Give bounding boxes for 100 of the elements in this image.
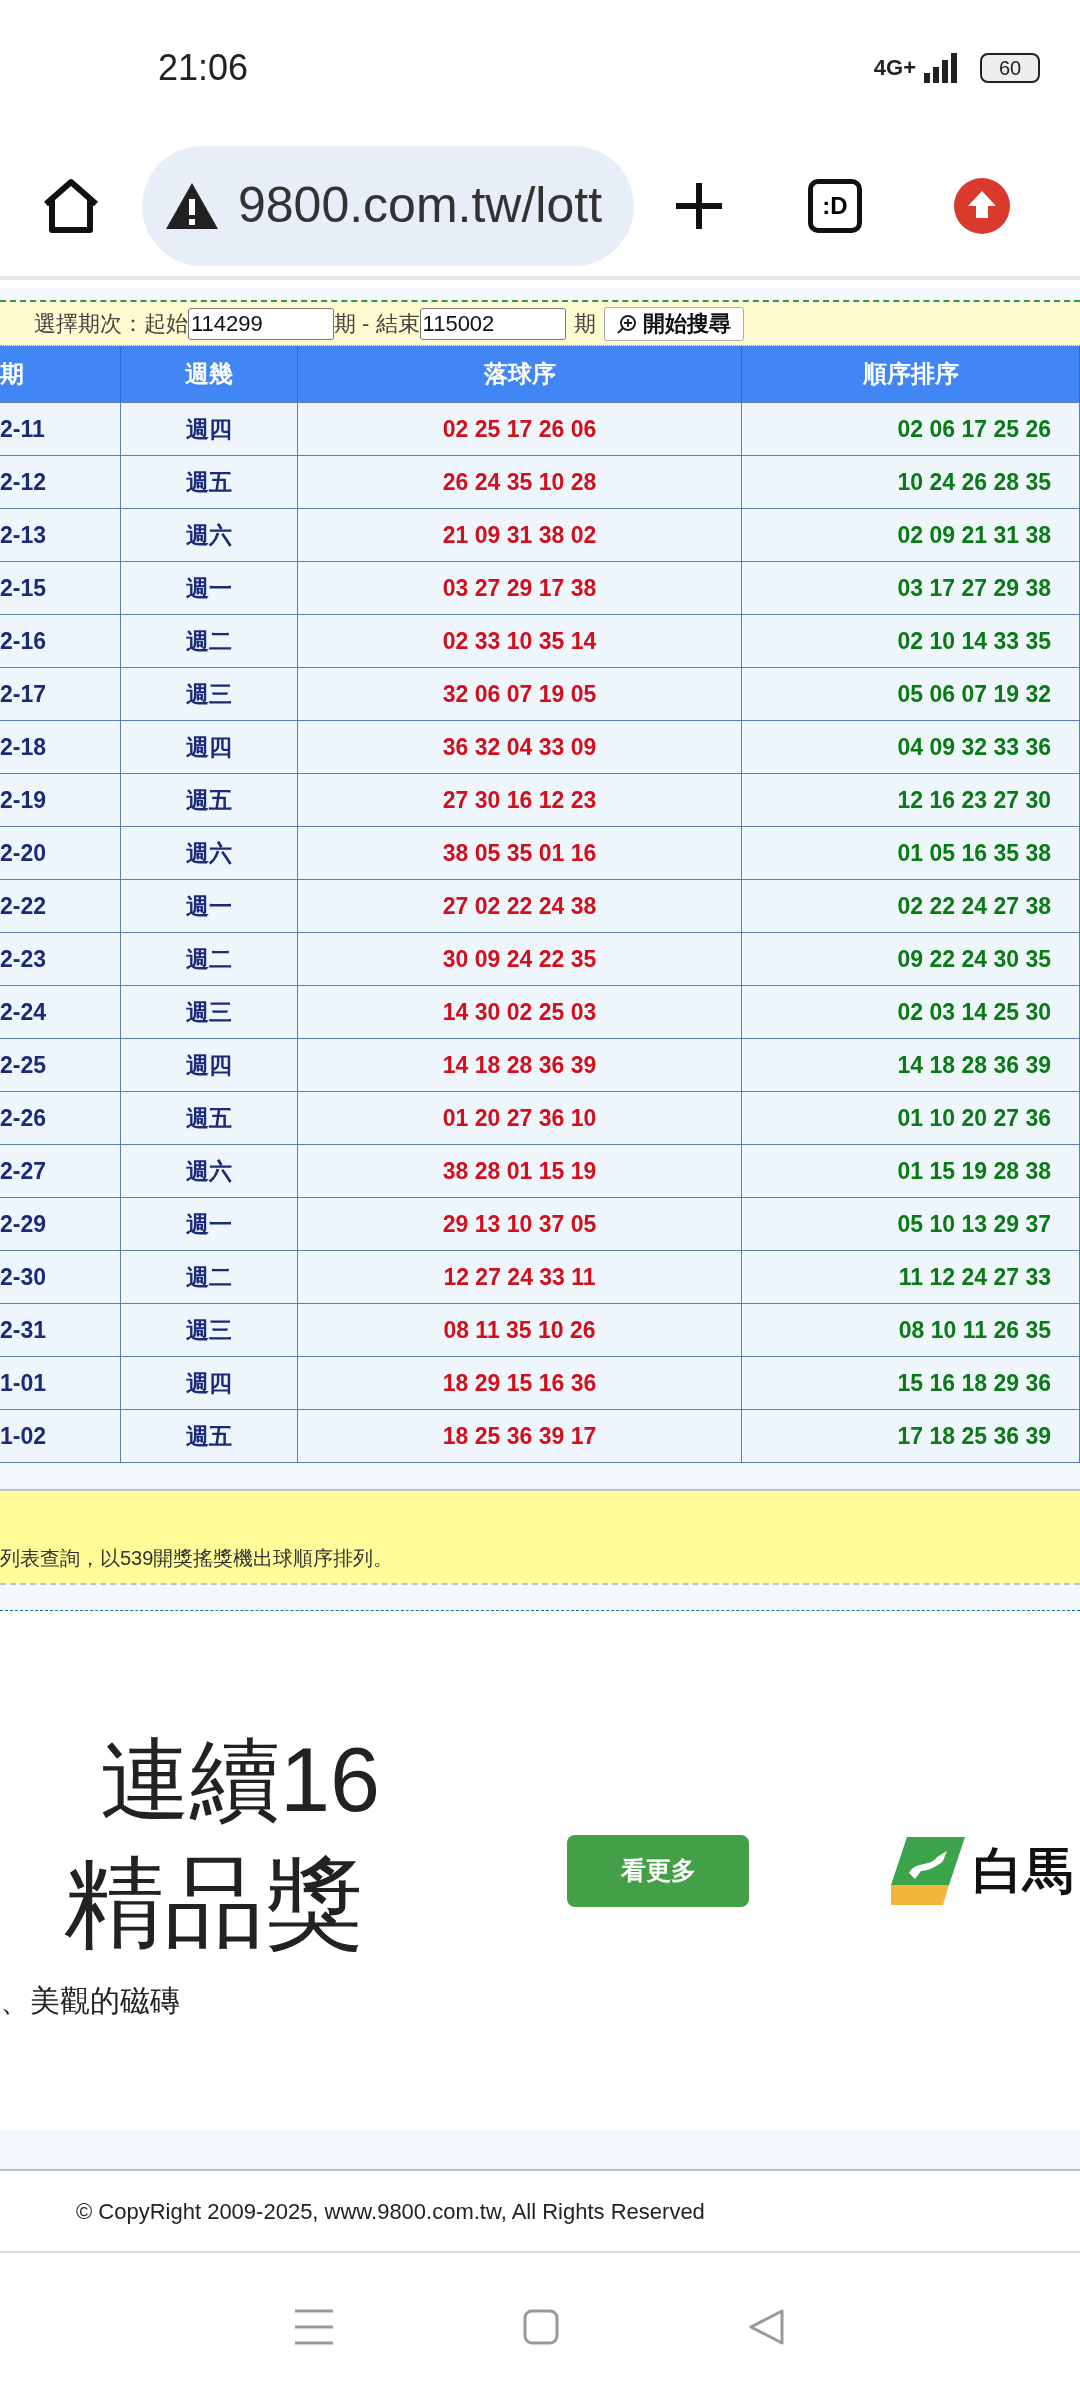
back-icon[interactable] [749, 2308, 785, 2345]
brand-name: 白馬 [973, 1841, 1073, 1901]
home-button-icon[interactable] [523, 2308, 559, 2345]
table-cell: 17 18 25 36 39 [742, 1409, 1080, 1462]
battery-icon: 60 [980, 52, 1040, 83]
table-cell: 2-12 [0, 455, 121, 508]
table-cell: 週六 [121, 826, 298, 879]
table-cell: 14 18 28 36 39 [298, 1038, 742, 1091]
table-cell: 15 16 18 29 36 [742, 1356, 1080, 1409]
table-cell: 27 02 22 24 38 [298, 879, 742, 932]
table-cell: 週五 [121, 1091, 298, 1144]
table-cell: 2-17 [0, 667, 121, 720]
home-icon[interactable] [42, 177, 100, 234]
table-cell: 2-18 [0, 720, 121, 773]
table-cell: 18 25 36 39 17 [298, 1409, 742, 1462]
table-cell: 2-30 [0, 1250, 121, 1303]
ad-subtitle: 、美觀的磁磚 [0, 1982, 181, 2019]
range-label: 選擇期次：起始 [34, 310, 188, 338]
search-button[interactable]: 開始搜尋 [603, 306, 744, 341]
table-cell: 38 05 35 01 16 [298, 826, 742, 879]
table-cell: 週四 [121, 1038, 298, 1091]
end-field[interactable]: 115002 [419, 307, 566, 340]
table-cell: 05 10 13 29 37 [742, 1197, 1080, 1250]
table-cell: 09 22 24 30 35 [742, 932, 1080, 985]
column-header: 落球序 [298, 346, 742, 402]
copyright-text: © CopyRight 2009-2025, www.9800.com.tw, All Rights Reserved [76, 2197, 705, 2226]
table-cell: 週二 [121, 1250, 298, 1303]
table-cell: 1-01 [0, 1356, 121, 1409]
plus-icon[interactable] [674, 180, 724, 231]
table-cell: 週三 [121, 1303, 298, 1356]
table-cell: 1-02 [0, 1409, 121, 1462]
table-cell: 30 09 24 22 35 [298, 932, 742, 985]
table-cell: 2-26 [0, 1091, 121, 1144]
table-cell: 02 03 14 25 30 [742, 985, 1080, 1038]
table-cell: 01 10 20 27 36 [742, 1091, 1080, 1144]
table-cell: 01 20 27 36 10 [298, 1091, 742, 1144]
table-cell: 03 17 27 29 38 [742, 561, 1080, 614]
table-cell: 12 16 23 27 30 [742, 773, 1080, 826]
table-cell: 週六 [121, 1144, 298, 1197]
signal-icon [924, 52, 958, 83]
table-cell: 週二 [121, 614, 298, 667]
table-cell: 38 28 01 15 19 [298, 1144, 742, 1197]
table-cell: 05 06 07 19 32 [742, 667, 1080, 720]
menu-icon[interactable] [295, 2308, 333, 2345]
table-cell: 01 05 16 35 38 [742, 826, 1080, 879]
table-cell: 32 06 07 19 05 [298, 667, 742, 720]
table-cell: 12 27 24 33 11 [298, 1250, 742, 1303]
column-header: 順序排序 [742, 346, 1080, 402]
table-cell: 02 09 21 31 38 [742, 508, 1080, 561]
table-cell: 2-11 [0, 402, 121, 455]
table-cell: 01 15 19 28 38 [742, 1144, 1080, 1197]
table-cell: 週一 [121, 561, 298, 614]
table-cell: 2-27 [0, 1144, 121, 1197]
table-cell: 03 27 29 17 38 [298, 561, 742, 614]
table-cell: 04 09 32 33 36 [742, 720, 1080, 773]
start-field[interactable]: 114299 [188, 307, 334, 340]
table-cell: 2-20 [0, 826, 121, 879]
period-label: 期 [573, 310, 596, 338]
table-cell: 週四 [121, 402, 298, 455]
search-icon [616, 313, 637, 334]
table-cell: 2-23 [0, 932, 121, 985]
table-cell: 2-25 [0, 1038, 121, 1091]
network-label: 4G+ [873, 54, 916, 82]
table-cell: 2-24 [0, 985, 121, 1038]
table-cell: 14 18 28 36 39 [742, 1038, 1080, 1091]
table-cell: 11 12 24 27 33 [742, 1250, 1080, 1303]
table-cell: 2-16 [0, 614, 121, 667]
table-cell: 08 11 35 10 26 [298, 1303, 742, 1356]
column-header: 期 [0, 346, 121, 402]
table-cell: 02 25 17 26 06 [298, 402, 742, 455]
address-bar[interactable]: 9800.com.tw/lott [142, 145, 634, 266]
table-cell: 週二 [121, 932, 298, 985]
table-cell: 週一 [121, 1197, 298, 1250]
tab-switcher-button[interactable]: :D [808, 178, 862, 233]
table-cell: 2-15 [0, 561, 121, 614]
table-cell: 29 13 10 37 05 [298, 1197, 742, 1250]
table-cell: 21 09 31 38 02 [298, 508, 742, 561]
table-cell: 18 29 15 16 36 [298, 1356, 742, 1409]
table-cell: 10 24 26 28 35 [742, 455, 1080, 508]
table-cell: 2-22 [0, 879, 121, 932]
table-cell: 08 10 11 26 35 [742, 1303, 1080, 1356]
table-cell: 週四 [121, 720, 298, 773]
url-text: 9800.com.tw/lott [238, 176, 603, 235]
table-cell: 2-13 [0, 508, 121, 561]
table-cell: 週五 [121, 773, 298, 826]
table-cell: 02 33 10 35 14 [298, 614, 742, 667]
table-cell: 26 24 35 10 28 [298, 455, 742, 508]
table-cell: 週一 [121, 879, 298, 932]
table-cell: 週五 [121, 455, 298, 508]
upload-icon[interactable] [954, 177, 1010, 234]
table-cell: 02 10 14 33 35 [742, 614, 1080, 667]
table-cell: 02 22 24 27 38 [742, 879, 1080, 932]
ad-headline: 精品獎 [63, 1844, 365, 1960]
table-cell: 週三 [121, 985, 298, 1038]
range-separator: 期 - 結束 [334, 310, 420, 338]
table-cell: 週五 [121, 1409, 298, 1462]
table-cell: 27 30 16 12 23 [298, 773, 742, 826]
table-cell: 週三 [121, 667, 298, 720]
ad-headline: 連續16 [99, 1728, 382, 1832]
table-cell: 2-31 [0, 1303, 121, 1356]
